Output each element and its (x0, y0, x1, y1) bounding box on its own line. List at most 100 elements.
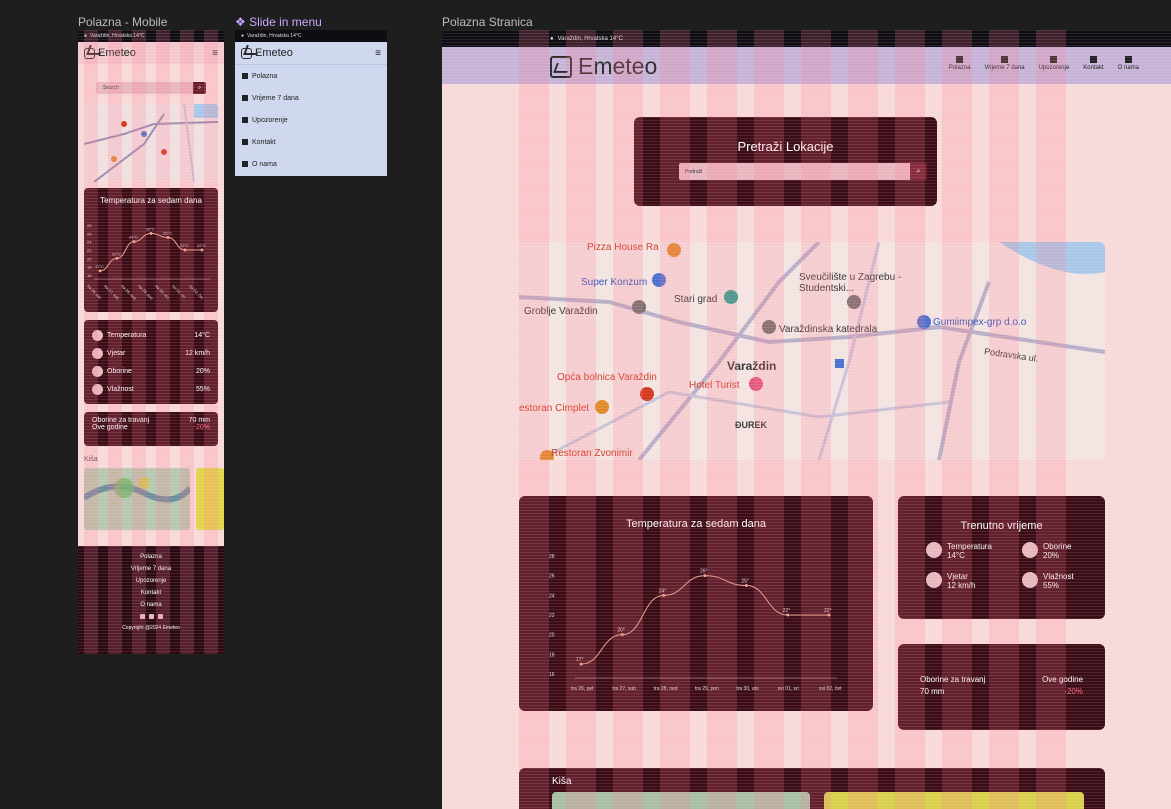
data-point (166, 236, 170, 239)
rain-label: Oborine (107, 367, 132, 375)
hamburger-menu-icon[interactable]: ≡ (212, 48, 218, 59)
mobile-frame: ● Varaždin, Hrvatska 14°C Emeteo ≡ Searc… (78, 30, 224, 654)
menu-item-label: Upozorenje (252, 116, 288, 124)
brand-name: Emeteo (578, 53, 658, 79)
facebook-icon[interactable] (139, 614, 145, 619)
mobile-map[interactable] (84, 104, 218, 182)
desktop-frame: ● Varaždin, Hrvatska 14°C Emeteo Polazna… (442, 30, 1171, 809)
footer-link-polazna[interactable]: Polazna (78, 554, 224, 560)
menu-item-onama[interactable]: O nama (235, 153, 387, 175)
y-tick-label: 26 (549, 574, 555, 580)
radar-map-2[interactable] (824, 792, 1084, 809)
footer-link-upozorenje[interactable]: Upozorenje (78, 578, 224, 584)
radar-map[interactable] (552, 792, 810, 809)
map-label: Sveučilište u Zagrebu - Studentski... (799, 272, 902, 294)
data-label: 24°C (129, 235, 138, 240)
location-text: Varaždin, Hrvatska 14°C (247, 33, 302, 39)
menu-item-vrijeme[interactable]: Vrijeme 7 dana (235, 87, 387, 109)
year-rain-label: Ove godine (92, 424, 128, 431)
nav-link-vrijeme[interactable]: Vrijeme 7 dana (984, 56, 1025, 71)
location-pin-icon: ● (241, 33, 245, 39)
y-tick-label: 22 (87, 248, 92, 253)
y-tick-label: 20 (549, 633, 555, 639)
temp-value: 14°C (947, 551, 965, 560)
twitter-icon[interactable] (157, 614, 163, 619)
logo[interactable]: Emeteo (84, 47, 136, 59)
logo[interactable]: Emeteo (550, 53, 657, 80)
temperature-chart-card: Temperatura za sedam dana 16 18 20 22 24 26 28… (519, 496, 873, 711)
temperature-chart: 16 18 20 22 24 26 28 17° 20° 24° 26° 25° 22° 22° tra 2… (549, 554, 842, 692)
city-map[interactable]: Pizza House Ra Super Konzum Stari grad S… (519, 242, 1105, 460)
map-label: Varaždin (727, 359, 777, 373)
rain-cloud-icon (1022, 542, 1038, 558)
footer-link-vrijeme[interactable]: Vrijeme 7 dana (78, 566, 224, 572)
nav-link-kontakt[interactable]: Kontakt (1083, 56, 1104, 71)
x-tick-label: svi 02, čet (819, 686, 842, 692)
temperature-cell: Temperatura 14°C (926, 542, 992, 560)
rain-section-title: Kiša (84, 456, 98, 463)
rain-cloud-icon (92, 365, 103, 377)
humidity-label: Vlažnost (1043, 572, 1074, 581)
logo[interactable]: Emeteo (241, 47, 293, 59)
hamburger-menu-icon[interactable]: ≡ (375, 48, 381, 59)
footer-link-kontakt[interactable]: Kontakt (78, 590, 224, 596)
frame-label-desktop: Polazna Stranica (442, 15, 533, 29)
wind-icon (926, 572, 942, 588)
logo-icon (241, 47, 252, 59)
data-label: 22° (783, 608, 791, 614)
slide-menu-frame: ● Varaždin, Hrvatska 14°C Emeteo ≡ Polaz… (235, 30, 387, 176)
search-button[interactable]: ⌕ (193, 82, 206, 94)
menu-item-label: O nama (252, 160, 277, 168)
temp-value: 14°C (194, 331, 210, 339)
data-label: 20°C (112, 251, 121, 256)
current-weather-card: Trenutno vrijeme Temperatura 14°C Oborine… (898, 496, 1105, 619)
menu-item-polazna[interactable]: Polazna (235, 65, 387, 87)
map-label: Super Konzum (581, 277, 648, 288)
x-tick-label: tra 28, ned (654, 686, 678, 692)
search-input[interactable]: Search ⌕ (96, 82, 206, 94)
x-tick-label: tra 30, uto (154, 284, 171, 301)
menu-item-upozorenje[interactable]: Upozorenje (235, 109, 387, 131)
y-tick-label: 26 (87, 231, 92, 236)
map-label: Pizza House Ra (587, 242, 659, 253)
home-icon (242, 73, 248, 79)
rain-value: 20% (1043, 551, 1060, 560)
temp-label: Temperatura (107, 331, 147, 339)
mobile-chart-title: Temperatura za sedam dana (100, 196, 202, 205)
year-rain-value: -20% (193, 424, 210, 431)
frame-label-mobile: Polazna - Mobile (78, 15, 168, 29)
nav-label: Polazna (948, 65, 971, 71)
nav-link-onama[interactable]: O nama (1118, 56, 1139, 71)
thermometer-icon (926, 542, 942, 558)
user-icon (1089, 56, 1097, 63)
data-label: 22° (824, 608, 832, 614)
location-pin-icon: ● (84, 33, 88, 39)
x-tick-label: tra 28, ned (120, 284, 137, 301)
wind-value: 12 km/h (947, 581, 976, 590)
rain-value: 20% (195, 367, 210, 375)
mobile-current-weather: Temperatura 14°C Vjetar 12 km/h Oborine 20%… (84, 320, 218, 404)
search-button[interactable]: ⌕ (910, 163, 927, 180)
menu-item-label: Vrijeme 7 dana (252, 94, 299, 102)
nav-link-polazna[interactable]: Polazna (948, 56, 971, 71)
data-label: 26° (700, 569, 708, 575)
footer-link-onama[interactable]: O nama (78, 602, 224, 608)
mobile-chart-card: Temperatura za sedam dana 16 18 20 22 24 26 28… (84, 188, 218, 312)
map-label: Opća bolnica Varaždin (557, 372, 657, 383)
x-tick-label: tra 26, pet (86, 284, 103, 301)
chat-icon (242, 161, 248, 167)
radar-map[interactable] (84, 468, 190, 530)
logo-icon (550, 55, 572, 78)
temp-label: Temperatura (947, 542, 992, 551)
menu-item-kontakt[interactable]: Kontakt (235, 131, 387, 153)
rain-cell: Oborine 20% (1022, 542, 1071, 560)
wind-label: Vjetar (107, 349, 126, 357)
map-label: Stari grad (674, 294, 718, 305)
location-bar: ● Varaždin, Hrvatska 14°C (235, 30, 387, 42)
humidity-label: Vlažnost (107, 385, 134, 393)
search-input[interactable]: Pretraži ⌕ (679, 163, 927, 180)
nav-link-upozorenje[interactable]: Upozorenje (1039, 56, 1069, 71)
map-label: Restoran Zvonimir (551, 448, 633, 459)
radar-map-2[interactable] (196, 468, 224, 530)
instagram-icon[interactable] (148, 614, 154, 619)
